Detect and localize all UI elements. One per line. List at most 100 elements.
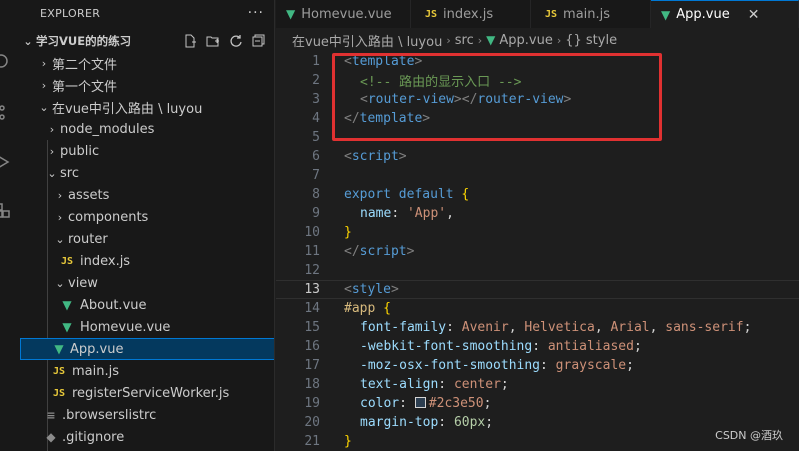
- code-line: 3 <router-view></router-view>: [276, 90, 799, 109]
- line-number: 15: [304, 320, 320, 335]
- tree-label: App.vue: [70, 341, 124, 357]
- code-line: 5: [276, 128, 799, 147]
- close-icon[interactable]: ✕: [748, 7, 760, 23]
- line-number: 8: [312, 187, 320, 202]
- project-name: 学习VUE的的练习: [36, 34, 132, 48]
- refresh-icon[interactable]: [227, 33, 244, 50]
- code-line: 1 <template>: [276, 52, 799, 71]
- chevron-down-icon: ⌄: [55, 232, 65, 246]
- line-number: 11: [304, 244, 320, 259]
- line-number: 18: [304, 377, 320, 392]
- explorer-actions: [181, 30, 267, 52]
- line-number: 20: [304, 415, 320, 430]
- tab-homevue[interactable]: ▼ Homevue.vue: [276, 0, 411, 28]
- tree-file[interactable]: ≡ .browserslistrc: [20, 404, 274, 426]
- tree-folder[interactable]: › assets: [20, 184, 274, 206]
- line-number: 19: [304, 396, 320, 411]
- breadcrumb-item[interactable]: 在vue中引入路由 \ luyou: [292, 31, 442, 50]
- tree-label: registerServiceWorker.js: [72, 385, 230, 401]
- vue-file-icon: ▼: [54, 342, 64, 356]
- chevron-right-icon: ›: [446, 33, 451, 47]
- tree-label: components: [68, 209, 149, 225]
- search-icon[interactable]: [0, 52, 12, 72]
- tree-label: Homevue.vue: [80, 319, 171, 335]
- code-line: 16 -webkit-font-smoothing: antialiased;: [276, 337, 799, 356]
- tree-folder[interactable]: ⌄ router: [20, 228, 274, 250]
- chevron-right-icon: ›: [57, 188, 63, 202]
- tab-label: App.vue: [676, 7, 730, 22]
- run-debug-icon[interactable]: [0, 152, 12, 172]
- new-file-icon[interactable]: [181, 33, 198, 50]
- breadcrumb-item[interactable]: src: [455, 33, 474, 48]
- chevron-right-icon: ›: [49, 144, 55, 158]
- js-file-icon: JS: [60, 255, 74, 267]
- tree-folder[interactable]: ⌄ view: [20, 272, 274, 294]
- line-number: 6: [312, 149, 320, 164]
- tree-file[interactable]: ▼ Homevue.vue: [20, 316, 274, 338]
- explorer-header: EXPLORER ···: [20, 0, 274, 26]
- breadcrumb-item[interactable]: App.vue: [499, 33, 552, 48]
- vue-file-icon: ▼: [661, 7, 671, 22]
- source-control-icon[interactable]: [0, 102, 12, 122]
- tree-folder[interactable]: › components: [20, 206, 274, 228]
- tree-file[interactable]: JS index.js: [20, 250, 274, 272]
- code-line: 12: [276, 261, 799, 280]
- tree-folder[interactable]: › public: [20, 140, 274, 162]
- tree-file[interactable]: ◆ .gitignore: [20, 426, 274, 448]
- tree-folder[interactable]: › node_modules: [20, 118, 274, 140]
- extensions-icon[interactable]: [0, 200, 12, 220]
- editor-tabs: ▼ Homevue.vue JS index.js JS main.js ▼ A…: [276, 0, 799, 28]
- tree-label: src: [60, 165, 79, 181]
- tree-label: About.vue: [80, 297, 147, 313]
- code-line: 10 }: [276, 223, 799, 242]
- code-line: 11 </script>: [276, 242, 799, 261]
- line-number: 21: [304, 434, 320, 449]
- js-file-icon: JS: [52, 365, 66, 377]
- tree-file[interactable]: JS main.js: [20, 360, 274, 382]
- chevron-right-icon: ›: [41, 78, 47, 92]
- tree-file[interactable]: ▼ About.vue: [20, 294, 274, 316]
- code-line: 4 </template>: [276, 109, 799, 128]
- explorer-sidebar: EXPLORER ··· ⌄ 学习VUE的的练习 › 第二个文件 › 第一个文件…: [20, 0, 275, 451]
- tab-app-vue[interactable]: ▼ App.vue ✕: [651, 0, 799, 28]
- line-number: 2: [312, 73, 320, 88]
- tree-label: 第二个文件: [52, 57, 118, 73]
- line-number: 10: [304, 225, 320, 240]
- tree-folder[interactable]: ⌄ 在vue中引入路由 \ luyou: [20, 96, 274, 118]
- tab-label: Homevue.vue: [301, 6, 392, 22]
- tree-label: router: [68, 231, 108, 247]
- tree-label: index.js: [80, 253, 131, 269]
- vue-file-icon: ▼: [486, 33, 496, 47]
- line-number: 12: [304, 263, 320, 278]
- line-number: 14: [304, 301, 320, 316]
- tab-label: main.js: [563, 6, 611, 22]
- tree-label: .gitignore: [62, 429, 125, 445]
- code-editor[interactable]: 1 <template> 2 <!-- 路由的显示入口 --> 3 <route…: [276, 52, 799, 451]
- code-line: 9 name: 'App',: [276, 204, 799, 223]
- code-line: 7: [276, 166, 799, 185]
- tree-folder[interactable]: › 第一个文件: [20, 74, 274, 96]
- tab-index-js[interactable]: JS index.js: [411, 0, 531, 28]
- tree-folder[interactable]: › 第二个文件: [20, 52, 274, 74]
- tree-folder[interactable]: ⌄ src: [20, 162, 274, 184]
- line-number: 7: [312, 168, 320, 183]
- breadcrumb-item[interactable]: {} style: [565, 33, 617, 48]
- tree-file-selected[interactable]: ▼ App.vue: [20, 338, 274, 360]
- chevron-right-icon: ›: [556, 33, 562, 47]
- color-swatch[interactable]: [414, 397, 426, 408]
- code-line: 6 <script>: [276, 147, 799, 166]
- vue-file-icon: ▼: [62, 298, 72, 312]
- tree-label: public: [60, 143, 100, 159]
- js-file-icon: JS: [52, 387, 66, 399]
- line-number: 9: [312, 206, 320, 221]
- new-folder-icon[interactable]: [204, 33, 221, 50]
- line-number: 16: [304, 339, 320, 354]
- tab-main-js[interactable]: JS main.js: [531, 0, 651, 28]
- tree-file[interactable]: JS registerServiceWorker.js: [20, 382, 274, 404]
- git-file-icon: ◆: [46, 430, 56, 444]
- collapse-all-icon[interactable]: [250, 33, 267, 50]
- more-actions-button[interactable]: ···: [248, 5, 264, 21]
- project-root[interactable]: ⌄ 学习VUE的的练习: [20, 30, 274, 52]
- tree-label: assets: [68, 187, 110, 203]
- js-file-icon: JS: [545, 8, 558, 20]
